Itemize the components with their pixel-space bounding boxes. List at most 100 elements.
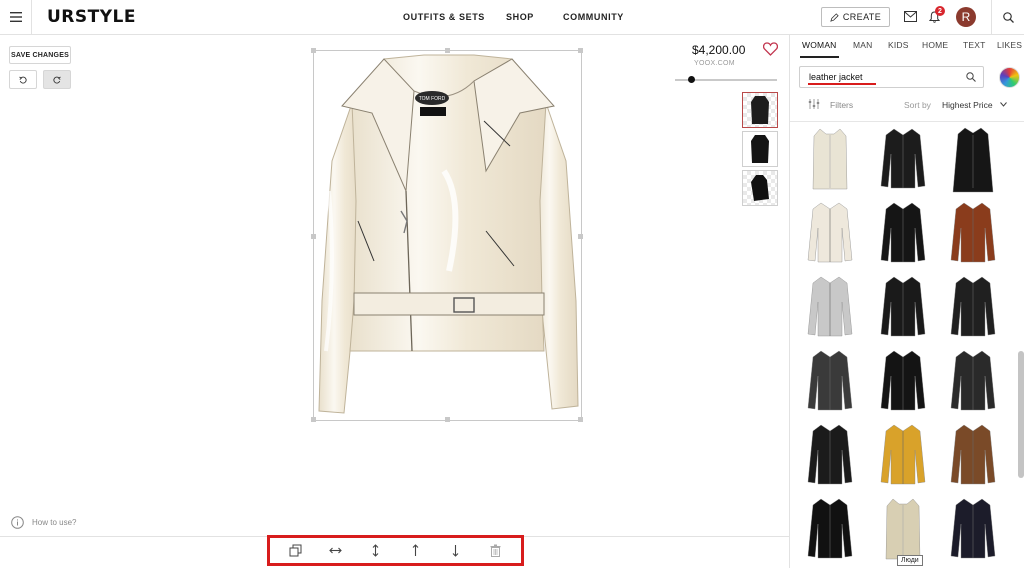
- notification-badge: 2: [935, 6, 945, 16]
- delete-button[interactable]: [484, 540, 506, 562]
- create-button[interactable]: CREATE: [821, 7, 890, 27]
- send-backward-button[interactable]: [444, 540, 466, 562]
- product-item[interactable]: [878, 347, 928, 417]
- flip-horizontal-icon: [329, 547, 343, 554]
- chevron-down-icon[interactable]: [1000, 102, 1007, 107]
- coat-thumbnail-image: [751, 175, 769, 201]
- tab-text[interactable]: TEXT: [963, 40, 986, 50]
- how-to-use-link[interactable]: How to use?: [11, 516, 76, 529]
- search-icon[interactable]: [966, 72, 976, 82]
- product-image: [950, 202, 996, 263]
- filter-sliders-icon[interactable]: [808, 99, 820, 109]
- selected-item-bounding-box[interactable]: TOM FORD: [311, 48, 583, 422]
- sort-by-label: Sort by: [904, 100, 931, 110]
- product-image: [807, 276, 853, 337]
- heart-icon[interactable]: [763, 42, 778, 56]
- product-image: [880, 128, 926, 189]
- category-tabs: WOMAN MAN KIDS HOME TEXT LIKES: [790, 35, 1024, 58]
- product-image: [880, 350, 926, 411]
- product-image: [885, 498, 921, 560]
- send-backward-icon: [452, 545, 459, 557]
- filter-sort-row: Filters Sort by Highest Price: [790, 97, 1024, 115]
- tab-home[interactable]: HOME: [922, 40, 948, 50]
- save-changes-button[interactable]: SAVE CHANGES: [9, 46, 71, 64]
- brand-label-text: TOM FORD: [419, 96, 446, 102]
- product-item[interactable]: [805, 495, 855, 565]
- product-item[interactable]: [948, 421, 998, 491]
- tab-kids[interactable]: KIDS: [888, 40, 909, 50]
- undo-button[interactable]: [9, 70, 37, 89]
- scrollbar[interactable]: [1018, 351, 1024, 478]
- hamburger-menu-button[interactable]: [0, 0, 32, 34]
- nav-community[interactable]: COMMUNITY: [563, 12, 624, 22]
- pencil-icon: [830, 12, 839, 22]
- variant-thumbnail[interactable]: [742, 131, 778, 167]
- product-item[interactable]: [878, 421, 928, 491]
- undo-icon: [19, 76, 27, 83]
- product-item[interactable]: [948, 347, 998, 417]
- bring-forward-button[interactable]: [404, 540, 426, 562]
- product-image: [807, 202, 853, 263]
- search-query: leather jacket: [809, 72, 863, 82]
- hamburger-icon: [9, 12, 22, 22]
- tab-likes[interactable]: LIKES: [997, 40, 1022, 50]
- product-item[interactable]: [948, 125, 998, 195]
- product-item[interactable]: [805, 421, 855, 491]
- size-slider[interactable]: [675, 76, 777, 83]
- flip-vertical-icon: [372, 544, 379, 557]
- info-icon: [11, 516, 24, 529]
- item-price: $4,200.00: [692, 43, 746, 57]
- coat-thumbnail-image: [751, 96, 769, 124]
- product-item[interactable]: [878, 199, 928, 269]
- product-item[interactable]: [878, 273, 928, 343]
- product-item[interactable]: [948, 495, 998, 565]
- redo-button[interactable]: [43, 70, 71, 89]
- notifications-button[interactable]: 2: [928, 6, 946, 26]
- product-image: [880, 424, 926, 485]
- bring-forward-icon: [412, 544, 419, 556]
- product-panel: WOMAN MAN KIDS HOME TEXT LIKES leather j…: [789, 35, 1024, 568]
- product-image: [807, 424, 853, 485]
- product-image: [880, 202, 926, 263]
- item-store[interactable]: YOOX.COM: [694, 60, 735, 67]
- sort-select[interactable]: Highest Price: [942, 100, 993, 110]
- search-icon: [1002, 11, 1014, 23]
- product-image: [952, 127, 994, 193]
- flip-vertical-button[interactable]: [365, 540, 387, 562]
- product-item[interactable]: [948, 273, 998, 343]
- product-item[interactable]: [948, 199, 998, 269]
- product-item[interactable]: [805, 199, 855, 269]
- product-search-input[interactable]: leather jacket: [799, 66, 984, 88]
- copy-icon: [289, 544, 302, 557]
- product-image: [950, 350, 996, 411]
- nav-shop[interactable]: SHOP: [506, 12, 534, 22]
- mail-icon[interactable]: [904, 11, 917, 22]
- nav-outfits-sets[interactable]: OUTFITS & SETS: [403, 12, 485, 22]
- item-toolbar: [267, 535, 524, 566]
- color-filter-icon[interactable]: [999, 67, 1020, 88]
- product-image: [807, 350, 853, 411]
- product-item[interactable]: [805, 273, 855, 343]
- tab-woman[interactable]: WOMAN: [802, 40, 837, 50]
- tab-man[interactable]: MAN: [853, 40, 873, 50]
- product-image: [812, 128, 848, 190]
- redo-icon: [53, 76, 61, 83]
- flip-horizontal-button[interactable]: [325, 540, 347, 562]
- product-item[interactable]: [805, 125, 855, 195]
- product-image: [950, 498, 996, 559]
- coat-thumbnail-image: [751, 135, 769, 163]
- user-avatar[interactable]: R: [956, 7, 976, 27]
- product-image: [950, 276, 996, 337]
- duplicate-button[interactable]: [285, 540, 307, 562]
- tooltip: Люди: [897, 555, 923, 566]
- variant-thumbnail[interactable]: [742, 170, 778, 206]
- product-item[interactable]: [805, 347, 855, 417]
- cream-leather-jacket-image: TOM FORD: [318, 54, 579, 414]
- slider-knob[interactable]: [688, 76, 696, 83]
- header-search-button[interactable]: [991, 0, 1024, 34]
- variant-thumbnail[interactable]: [742, 92, 778, 128]
- filters-button[interactable]: Filters: [830, 100, 853, 110]
- product-image: [950, 424, 996, 485]
- product-item[interactable]: [878, 125, 928, 195]
- site-logo[interactable]: URSTYLE: [47, 7, 136, 27]
